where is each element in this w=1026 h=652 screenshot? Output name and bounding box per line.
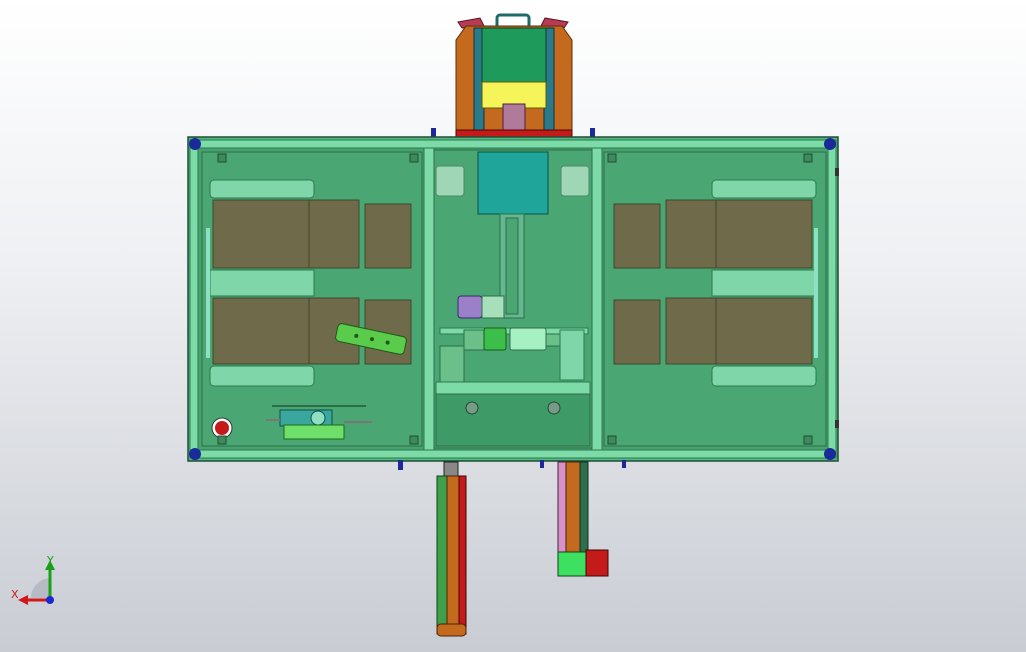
center-motor-purple xyxy=(457,295,505,319)
conveyor-right-rail-dark xyxy=(579,461,589,553)
center-crossbeam xyxy=(435,381,591,395)
frame-mount-bottom-left xyxy=(398,460,403,470)
beam-left xyxy=(189,139,199,459)
right-pallet-6 xyxy=(715,297,813,365)
left-station[interactable] xyxy=(201,151,423,447)
center-lower-plate xyxy=(435,393,591,447)
left-pallet-4 xyxy=(212,297,310,365)
right-station[interactable] xyxy=(603,151,827,447)
right-pallet-2 xyxy=(665,199,717,269)
right-pallet-4 xyxy=(613,299,661,365)
left-pallet-1 xyxy=(212,199,310,269)
center-pad-left xyxy=(435,165,465,197)
conveyor-right-mount-1 xyxy=(540,460,544,468)
beam-top xyxy=(189,139,837,149)
side-tab-right-1 xyxy=(835,168,839,176)
center-arm-inner xyxy=(505,217,519,315)
right-pallet-3 xyxy=(715,199,813,269)
center-teal-block xyxy=(477,151,549,215)
conveyor-right-rail-pink xyxy=(557,461,567,553)
bottom-left-conveyor[interactable] xyxy=(436,461,467,637)
triad-x-label: X xyxy=(11,588,19,601)
left-fixture-mid-bracket xyxy=(209,269,315,297)
triad-y-label: Y xyxy=(46,554,54,567)
center-pad-right xyxy=(560,165,590,197)
left-fixture-bottom-bracket xyxy=(209,365,315,387)
beam-bottom xyxy=(189,449,837,459)
center-bolt-right xyxy=(547,401,561,415)
corner-foot-bl xyxy=(189,448,201,460)
bottom-right-conveyor[interactable] xyxy=(540,460,626,577)
conveyor-left-rail-red xyxy=(458,475,467,635)
conveyor-left-belt-orange xyxy=(446,475,460,635)
left-pallet-2 xyxy=(308,199,360,269)
triad-x-arrow xyxy=(18,595,28,605)
corner-foot-tl xyxy=(189,138,201,150)
conveyor-right-belt-orange xyxy=(565,461,581,553)
right-fixture-top-bracket xyxy=(711,179,817,199)
conveyor-right-box-red xyxy=(585,549,609,577)
right-clip-4 xyxy=(803,435,813,445)
right-fixture-mid-bracket xyxy=(711,269,817,297)
corner-foot-tr xyxy=(824,138,836,150)
left-pallet-3 xyxy=(364,203,412,269)
right-pallet-1 xyxy=(613,203,661,269)
cad-viewport[interactable]: Y X xyxy=(0,0,1026,652)
left-clip-2 xyxy=(409,153,419,163)
side-tab-right-2 xyxy=(835,420,839,428)
conveyor-right-box-green xyxy=(557,551,587,577)
right-clip-2 xyxy=(803,153,813,163)
corner-foot-br xyxy=(824,448,836,460)
right-clip-3 xyxy=(607,435,617,445)
left-clip-4 xyxy=(409,435,419,445)
triad-origin xyxy=(46,596,54,604)
axis-triad: Y X xyxy=(11,554,55,605)
beam-right xyxy=(827,139,837,459)
top-feeder-assembly[interactable] xyxy=(431,13,595,139)
conveyor-left-rail-green xyxy=(436,475,448,635)
feeder-bin xyxy=(481,27,547,83)
conveyor-left-endcap xyxy=(436,623,467,637)
left-fixture-top-bracket xyxy=(209,179,315,199)
right-clip-1 xyxy=(607,153,617,163)
right-guide-strip xyxy=(814,228,818,358)
conveyor-left-bracket xyxy=(443,461,459,477)
right-fixture-bottom-bracket xyxy=(711,365,817,387)
emergency-stop-cap xyxy=(215,421,229,435)
conveyor-right-mount-2 xyxy=(622,460,626,468)
center-bolt-left xyxy=(465,401,479,415)
beam-divider-left xyxy=(423,147,435,451)
right-pallet-5 xyxy=(665,297,717,365)
beam-divider-right xyxy=(591,147,603,451)
left-clip-3 xyxy=(217,435,227,445)
left-clip-1 xyxy=(217,153,227,163)
center-station[interactable] xyxy=(433,149,593,449)
left-guide-strip xyxy=(206,228,210,358)
triad-shadow xyxy=(30,578,50,598)
